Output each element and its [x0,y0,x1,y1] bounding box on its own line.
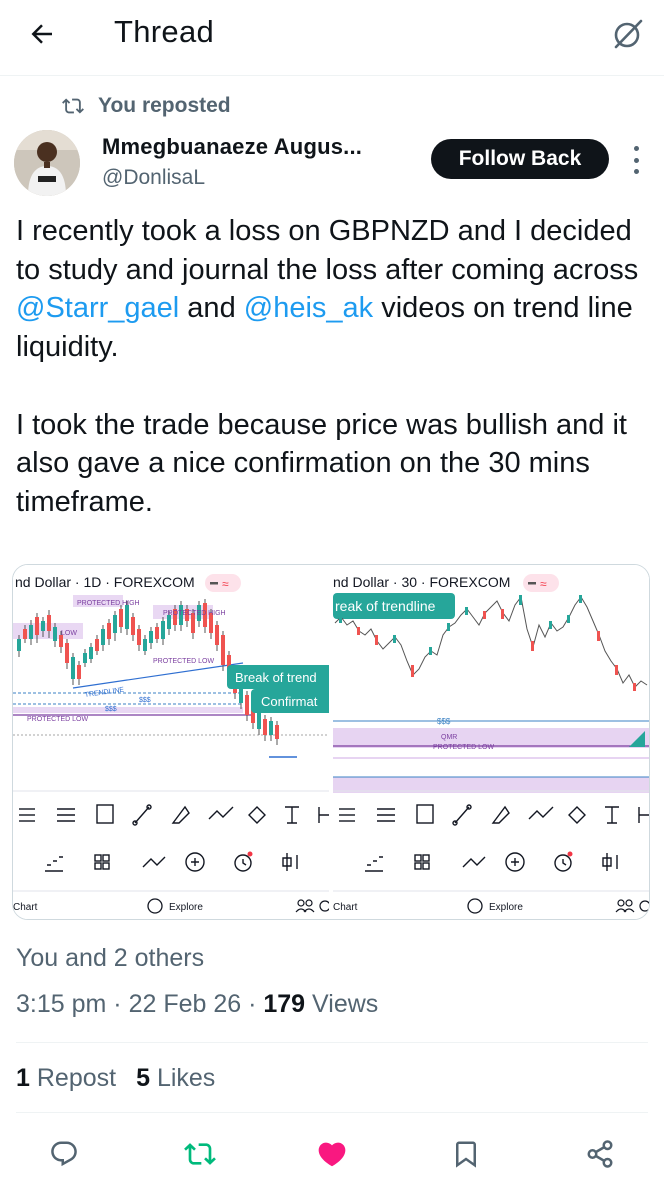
grok-icon [614,19,643,49]
page-title: Thread [114,14,215,49]
likes-count: 5 [136,1064,150,1092]
bookmark-icon [456,1141,476,1168]
tweet-meta: 3:15 pm · 22 Feb 26 · 179 Views [16,990,379,1018]
symbol-label: nd Dollar · 30 · FOREXCOM [333,574,510,590]
chart-label: $$$ [139,697,151,704]
like-button[interactable] [310,1132,354,1176]
likes-label: Likes [156,1064,216,1092]
callout-confirmation: Confirmat [261,694,318,709]
chart-label: PROTECTED LOW [153,658,214,665]
divider [16,1042,648,1043]
tweet-time[interactable]: 3:15 pm [16,990,106,1018]
tweet-date[interactable]: 22 Feb 26 [129,990,242,1018]
top-bar: Thread [0,0,664,76]
reposts-stat[interactable]: 1 Repost [16,1064,116,1093]
chart-label: PROTECTED LOW [433,744,494,751]
chart-label: LOW [61,630,77,637]
back-button[interactable] [18,14,66,54]
chart-label: PROTECTED HIGH [77,600,140,607]
avatar-photo [14,130,80,196]
reposts-count: 1 [16,1064,30,1092]
chart-label: $$$ [105,706,117,713]
views-label: Views [312,990,379,1018]
chart-label: PROTECTED LOW [27,716,88,723]
engagement-stats: 1 Repost 5 Likes [16,1064,215,1093]
chart-screenshot-1d: nd Dollar · 1D · FOREXCOM ≈ LOW PROTECTE… [13,565,329,919]
tweet-text: I recently took a loss on GBPNZD and I d… [16,212,646,522]
tweet-text-span: and [179,292,244,325]
repost-button[interactable] [178,1132,222,1176]
reply-icon [51,1141,77,1167]
media-image-right[interactable]: nd Dollar · 30 · FOREXCOM ≈ reak of tren… [333,565,649,919]
arrow-left-icon [31,24,52,44]
heart-icon [318,1142,346,1167]
reply-button[interactable] [42,1132,86,1176]
chart-screenshot-30m: nd Dollar · 30 · FOREXCOM ≈ reak of tren… [333,565,649,919]
repost-icon [62,98,84,114]
symbol-label: nd Dollar · 1D · FOREXCOM [15,574,195,590]
mention-link[interactable]: @Starr_gael [16,292,179,324]
chart-label: QMR [441,734,457,741]
more-dot [633,146,639,151]
bookmark-button[interactable] [444,1132,488,1176]
more-dot [633,169,639,174]
avatar[interactable] [14,130,80,196]
divider [16,1112,648,1113]
callout-break-of-trend: Break of trend [235,670,317,685]
repost-icon [184,1143,216,1165]
more-options-button[interactable] [626,146,646,174]
tweet-paragraph-1: I recently took a loss on GBPNZD and I d… [16,212,646,367]
nav-chart-label: Chart [333,902,358,913]
views-count: 179 [263,990,306,1018]
tweet-text-span: I recently took a loss on GBPNZD and I d… [16,215,639,286]
nav-chart-label: Chart [13,902,38,913]
author-handle[interactable]: @DonlisaL [102,166,205,190]
svg-text:≈: ≈ [222,577,229,591]
tweet-paragraph-2: I took the trade because price was bulli… [16,408,627,518]
chart-label: PROTECTED HIGH [163,610,226,617]
mention-link[interactable]: @heis_ak [244,292,373,324]
more-dot [633,157,639,163]
media-grid: nd Dollar · 1D · FOREXCOM ≈ LOW PROTECTE… [12,564,650,920]
repost-label: You reposted [98,94,231,117]
svg-text:≈: ≈ [540,577,547,591]
share-button[interactable] [578,1132,622,1176]
grok-button[interactable] [606,12,650,56]
callout-break-of-trendline: reak of trendline [335,598,436,614]
share-icon [587,1140,613,1168]
chart-label: $$$ [437,717,451,726]
media-image-left[interactable]: nd Dollar · 1D · FOREXCOM ≈ LOW PROTECTE… [13,565,329,919]
likes-stat[interactable]: 5 Likes [136,1064,215,1093]
author-name[interactable]: Mmegbuanaeze Augus... [102,134,362,160]
repost-indicator: You reposted [62,92,231,120]
nav-explore-label: Explore [489,902,523,913]
liked-by-text[interactable]: You and 2 others [16,944,204,973]
nav-explore-label: Explore [169,902,203,913]
tweet-action-bar [0,1128,664,1178]
reposts-label: Repost [36,1064,117,1092]
follow-back-button[interactable]: Follow Back [431,139,609,179]
